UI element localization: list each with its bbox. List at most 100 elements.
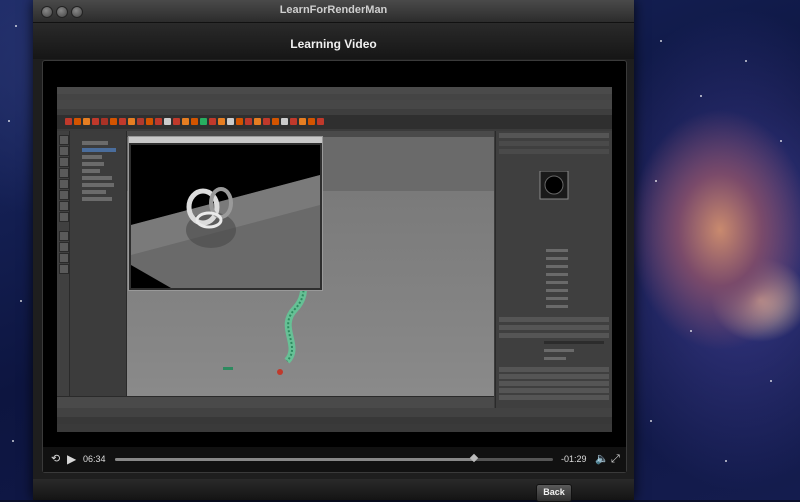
outliner-row	[82, 197, 112, 201]
shelf-tool-icon	[272, 118, 279, 125]
video-frame[interactable]	[57, 87, 612, 432]
outliner-row	[82, 190, 106, 194]
attr-section-header	[499, 317, 609, 322]
shelf-tool-icon	[74, 118, 81, 125]
shelf-tool-icon	[209, 118, 216, 125]
tool-icon	[59, 179, 69, 189]
video-player[interactable]: ⟲ ▶ 06:34 -01:29 🔈 ⤢	[42, 60, 627, 473]
render-preview-image	[131, 145, 320, 288]
shelf-tool-icon	[83, 118, 90, 125]
tool-icon	[59, 231, 69, 241]
attr-editor-tabs	[499, 141, 609, 146]
outliner-row	[82, 141, 108, 145]
attr-section-header	[499, 388, 609, 393]
tool-icon	[59, 242, 69, 252]
shelf-tool-icon	[173, 118, 180, 125]
shelf-tool-icon	[281, 118, 288, 125]
tool-icon	[59, 157, 69, 167]
volume-icon[interactable]: 🔈	[595, 453, 609, 465]
tool-icon	[59, 135, 69, 145]
shelf-tool-icon	[236, 118, 243, 125]
attr-field	[544, 357, 566, 360]
attr-field	[546, 305, 568, 308]
outliner-row	[82, 162, 104, 166]
attr-section-header	[499, 367, 609, 372]
video-app-attribute-editor	[495, 131, 612, 432]
attr-section-header	[499, 381, 609, 386]
outliner-row	[82, 155, 102, 159]
shelf-tool-icon	[263, 118, 270, 125]
video-app-range-slider	[57, 408, 612, 417]
render-view-titlebar	[129, 137, 322, 143]
back-button[interactable]: Back	[536, 484, 572, 502]
attr-editor-node-row	[499, 149, 609, 154]
shelf-tool-icon	[128, 118, 135, 125]
elapsed-time: 06:34	[83, 454, 106, 464]
shelf-tool-icon	[92, 118, 99, 125]
attr-field	[544, 341, 604, 344]
app-window: LearnForRenderMan Learning Video ⟲ ▶ 06:…	[33, 0, 634, 502]
outliner-row	[82, 169, 100, 173]
video-app-toolbox	[57, 131, 70, 396]
outliner-row	[82, 148, 116, 152]
shelf-tool-icon	[182, 118, 189, 125]
shelf-tool-icon	[308, 118, 315, 125]
render-view-window	[128, 136, 323, 291]
render-scene-graphic	[131, 175, 320, 288]
attr-field	[546, 265, 568, 268]
shelf-tool-icon	[290, 118, 297, 125]
attr-editor-header	[499, 133, 609, 138]
video-app-command-line	[57, 417, 612, 424]
tool-icon	[59, 212, 69, 222]
shelf-tool-icon	[227, 118, 234, 125]
page-title: Learning Video	[290, 37, 377, 51]
outliner-row	[82, 176, 112, 180]
shelf-tool-icon	[200, 118, 207, 125]
shelf-tool-icon	[146, 118, 153, 125]
attr-field	[546, 257, 568, 260]
playback-scrubber[interactable]	[115, 453, 553, 463]
shelf-tool-icon	[191, 118, 198, 125]
remaining-time: -01:29	[561, 454, 587, 464]
attr-section-header	[499, 333, 609, 338]
shelf-tool-icon	[101, 118, 108, 125]
bottom-bar: Back	[33, 479, 634, 502]
shelf-tool-icon	[137, 118, 144, 125]
attr-field	[546, 281, 568, 284]
shelf-tool-icon	[110, 118, 117, 125]
window-title: LearnForRenderMan	[279, 4, 388, 16]
play-icon[interactable]: ▶	[67, 453, 76, 465]
shelf-tool-icon	[218, 118, 225, 125]
tool-icon	[59, 253, 69, 263]
attr-section-header	[499, 325, 609, 330]
shelf-tool-icon	[254, 118, 261, 125]
attr-section-header	[499, 374, 609, 379]
shader-swatch	[539, 171, 569, 200]
scrubber-progress	[115, 458, 475, 461]
rewind-15-icon[interactable]: ⟲	[51, 453, 60, 465]
page-header: Learning Video	[33, 23, 634, 59]
shelf-tool-icon	[245, 118, 252, 125]
fullscreen-icon[interactable]: ⤢	[611, 453, 620, 465]
shelf-tool-icon	[299, 118, 306, 125]
shelf-tool-icon	[65, 118, 72, 125]
video-app-outliner	[70, 131, 127, 396]
playback-controls: ⟲ ▶ 06:34 -01:29 🔈 ⤢	[43, 447, 626, 472]
tool-icon	[59, 168, 69, 178]
attr-field	[546, 289, 568, 292]
tool-icon	[59, 201, 69, 211]
window-titlebar: LearnForRenderMan	[33, 0, 634, 23]
video-app-titlebar	[57, 87, 612, 94]
tool-icon	[59, 190, 69, 200]
outliner-row	[82, 183, 114, 187]
attr-field	[546, 249, 568, 252]
shelf-tool-icon	[317, 118, 324, 125]
shelf-tool-icon	[164, 118, 171, 125]
attr-field	[546, 297, 568, 300]
attr-field	[546, 273, 568, 276]
video-app-help-line	[57, 424, 612, 432]
attr-section-header	[499, 395, 609, 400]
shelf-tool-icon	[155, 118, 162, 125]
tool-icon	[59, 146, 69, 156]
attr-field	[544, 349, 574, 352]
